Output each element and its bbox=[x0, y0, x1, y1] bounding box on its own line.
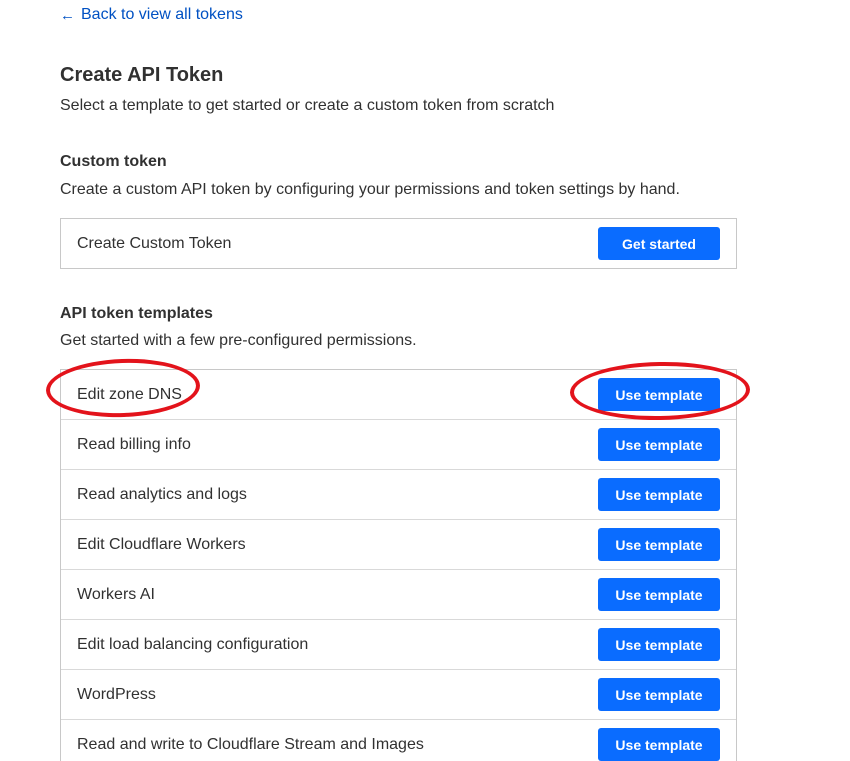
get-started-button[interactable]: Get started bbox=[598, 227, 720, 260]
use-template-button[interactable]: Use template bbox=[598, 678, 720, 711]
templates-heading: API token templates bbox=[60, 305, 213, 322]
custom-token-heading: Custom token bbox=[60, 153, 167, 170]
use-template-button[interactable]: Use template bbox=[598, 478, 720, 511]
use-template-button[interactable]: Use template bbox=[598, 578, 720, 611]
back-to-tokens-link[interactable]: ← Back to view all tokens bbox=[60, 6, 243, 24]
use-template-button[interactable]: Use template bbox=[598, 428, 720, 461]
use-template-button[interactable]: Use template bbox=[598, 628, 720, 661]
use-template-button[interactable]: Use template bbox=[598, 528, 720, 561]
template-label: WordPress bbox=[77, 685, 156, 703]
template-label: Edit zone DNS bbox=[77, 385, 182, 403]
use-template-button[interactable]: Use template bbox=[598, 378, 720, 411]
custom-token-card: Create Custom Token Get started bbox=[60, 218, 737, 269]
custom-token-label: Create Custom Token bbox=[77, 234, 232, 252]
template-label: Read and write to Cloudflare Stream and … bbox=[77, 735, 424, 753]
page-subtitle: Select a template to get started or crea… bbox=[60, 97, 555, 114]
template-row-wordpress: WordPress Use template bbox=[61, 670, 736, 720]
template-row-workers-ai: Workers AI Use template bbox=[61, 570, 736, 620]
back-link-label: Back to view all tokens bbox=[81, 6, 243, 23]
template-label: Edit Cloudflare Workers bbox=[77, 535, 246, 553]
templates-list: Edit zone DNS Use template Read billing … bbox=[60, 369, 737, 761]
arrow-left-icon: ← bbox=[60, 6, 75, 24]
template-row-edit-zone-dns: Edit zone DNS Use template bbox=[61, 370, 736, 420]
create-api-token-page: ← Back to view all tokens Create API Tok… bbox=[0, 0, 850, 761]
template-label: Read analytics and logs bbox=[77, 485, 247, 503]
use-template-button[interactable]: Use template bbox=[598, 728, 720, 761]
templates-description: Get started with a few pre-configured pe… bbox=[60, 332, 417, 349]
template-row-read-billing-info: Read billing info Use template bbox=[61, 420, 736, 470]
template-label: Workers AI bbox=[77, 585, 155, 603]
page-title: Create API Token bbox=[60, 64, 224, 86]
template-row-read-analytics-and-logs: Read analytics and logs Use template bbox=[61, 470, 736, 520]
template-label: Read billing info bbox=[77, 435, 191, 453]
template-row-stream-and-images: Read and write to Cloudflare Stream and … bbox=[61, 720, 736, 761]
custom-token-description: Create a custom API token by configuring… bbox=[60, 181, 680, 198]
template-row-edit-load-balancing: Edit load balancing configuration Use te… bbox=[61, 620, 736, 670]
custom-token-row: Create Custom Token Get started bbox=[61, 219, 736, 268]
template-label: Edit load balancing configuration bbox=[77, 635, 309, 653]
template-row-edit-cloudflare-workers: Edit Cloudflare Workers Use template bbox=[61, 520, 736, 570]
